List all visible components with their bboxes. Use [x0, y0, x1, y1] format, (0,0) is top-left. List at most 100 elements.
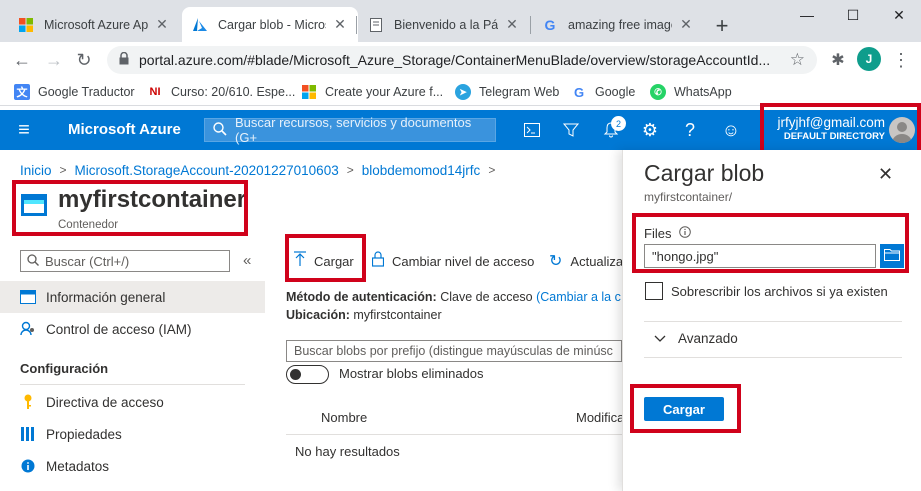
- info-icon: [20, 458, 36, 474]
- address-bar[interactable]: portal.azure.com/#blade/Microsoft_Azure_…: [107, 46, 817, 74]
- lock-icon: [119, 51, 129, 68]
- breadcrumb-blobdemo[interactable]: blobdemomod14jrfc: [362, 163, 481, 178]
- nav-item-metadata[interactable]: Metadatos: [0, 450, 265, 482]
- location-row: Ubicación: myfirstcontainer: [286, 308, 442, 322]
- hamburger-menu-icon[interactable]: ≡: [10, 116, 38, 144]
- close-icon[interactable]: ✕: [504, 16, 520, 33]
- forward-button[interactable]: →: [42, 48, 66, 72]
- advanced-expander[interactable]: Avanzado: [654, 331, 738, 346]
- chevron-right-icon: >: [488, 163, 496, 177]
- close-window-button[interactable]: ✕: [876, 0, 921, 30]
- close-icon[interactable]: ✕: [154, 16, 170, 33]
- iam-icon: [20, 321, 36, 337]
- breadcrumb: Inicio > Microsoft.StorageAccount-202012…: [20, 161, 503, 179]
- overwrite-label: Sobrescribir los archivos si ya existen: [671, 284, 888, 299]
- telegram-icon: ➤: [455, 84, 471, 100]
- bookmark-label: Curso: 20/610. Espe...: [171, 85, 296, 99]
- help-icon[interactable]: ?: [676, 116, 704, 144]
- panel-subtitle: myfirstcontainer/: [644, 190, 733, 204]
- azure-brand[interactable]: Microsoft Azure: [68, 121, 181, 138]
- profile-avatar[interactable]: J: [857, 47, 881, 71]
- cloud-shell-icon[interactable]: [518, 116, 546, 144]
- close-icon[interactable]: ✕: [332, 16, 348, 33]
- google-icon: G: [573, 84, 585, 100]
- tab-azure-app[interactable]: Microsoft Azure App ✕: [8, 7, 180, 42]
- show-deleted-toggle[interactable]: [286, 365, 329, 384]
- toggle-knob: [290, 369, 301, 380]
- breadcrumb-inicio[interactable]: Inicio: [20, 163, 52, 178]
- azure-icon: [192, 17, 208, 33]
- search-icon: [213, 121, 227, 139]
- reload-button[interactable]: ↻: [72, 48, 96, 72]
- bookmark-label: Telegram Web: [479, 85, 560, 99]
- more-menu-icon[interactable]: ⋮: [889, 48, 913, 72]
- bookmark-google[interactable]: G Google: [571, 82, 635, 102]
- microsoft-icon: [18, 17, 34, 33]
- refresh-button[interactable]: ↻ Actualiza: [549, 248, 623, 274]
- highlight-box-files: [632, 213, 909, 273]
- close-icon[interactable]: ✕: [878, 164, 893, 185]
- search-placeholder: Buscar (Ctrl+/): [45, 253, 130, 269]
- nav-item-access-policy[interactable]: Directiva de acceso: [0, 386, 265, 418]
- settings-gear-icon[interactable]: ⚙: [636, 116, 664, 144]
- tab-title: Cargar blob - Micros: [218, 17, 326, 32]
- column-header-name[interactable]: Nombre: [321, 410, 367, 425]
- auth-method-label: Método de autenticación:: [286, 290, 437, 304]
- highlight-box-account: [760, 103, 921, 155]
- no-results-text: No hay resultados: [295, 444, 400, 459]
- bookmark-telegram[interactable]: ➤ Telegram Web: [455, 82, 559, 102]
- tab-title: amazing free image: [568, 17, 672, 32]
- highlight-box-upload: [285, 234, 366, 282]
- nav-item-label: Propiedades: [46, 426, 122, 442]
- close-icon[interactable]: ✕: [678, 16, 694, 33]
- nav-item-overview[interactable]: Información general: [0, 281, 265, 313]
- refresh-icon: ↻: [549, 253, 563, 270]
- overwrite-checkbox[interactable]: [645, 282, 663, 300]
- nav-item-iam[interactable]: Control de acceso (IAM): [0, 313, 265, 345]
- change-tier-label: Cambiar nivel de acceso: [392, 253, 535, 269]
- tab-bienvenido[interactable]: Bienvenido a la Pági ✕: [358, 7, 530, 42]
- maximize-button[interactable]: ☐: [830, 0, 876, 30]
- change-access-tier-button[interactable]: Cambiar nivel de acceso: [371, 248, 535, 274]
- extensions-icon[interactable]: ✱: [826, 48, 850, 72]
- minimize-button[interactable]: —: [784, 0, 830, 30]
- tab-title: Microsoft Azure App: [44, 17, 148, 32]
- tab-amazing-free-image[interactable]: G amazing free image ✕: [532, 7, 704, 42]
- bookmark-create-azure[interactable]: Create your Azure f...: [301, 82, 443, 102]
- nav-item-label: Directiva de acceso: [46, 394, 164, 410]
- menu-search-input[interactable]: Buscar (Ctrl+/): [20, 250, 230, 272]
- switch-auth-link[interactable]: (Cambiar a la c: [536, 290, 621, 304]
- column-header-modified[interactable]: Modifica: [576, 410, 624, 425]
- bookmark-label: Create your Azure f...: [325, 85, 444, 99]
- key-icon: [20, 394, 36, 410]
- chevron-right-icon: >: [346, 163, 354, 177]
- divider: [644, 357, 902, 358]
- star-icon[interactable]: ☆: [790, 50, 805, 70]
- highlight-box-title: [12, 180, 248, 236]
- nav-section-configuracion: Configuración: [20, 361, 109, 376]
- bookmark-whatsapp[interactable]: ✆ WhatsApp: [650, 82, 732, 102]
- bookmarks-bar: 文 Google Traductor NI Curso: 20/610. Esp…: [0, 78, 921, 106]
- tab-cargar-blob[interactable]: Cargar blob - Micros ✕: [182, 7, 358, 42]
- search-placeholder: Buscar recursos, servicios y documentos …: [235, 115, 472, 145]
- blob-prefix-search-input[interactable]: Buscar blobs por prefijo (distingue mayú…: [286, 340, 622, 362]
- bookmark-google-traductor[interactable]: 文 Google Traductor: [14, 82, 135, 102]
- collapse-menu-icon[interactable]: «: [243, 252, 251, 269]
- global-search-input[interactable]: Buscar recursos, servicios y documentos …: [204, 115, 496, 145]
- ni-icon: NI: [149, 86, 161, 98]
- location-value: myfirstcontainer: [353, 308, 442, 322]
- bookmark-label: WhatsApp: [674, 85, 732, 99]
- directory-filter-icon[interactable]: [557, 116, 585, 144]
- back-button[interactable]: ←: [10, 48, 34, 72]
- bookmark-curso[interactable]: NI Curso: 20/610. Espe...: [147, 82, 296, 102]
- bookmark-label: Google: [595, 85, 636, 99]
- bookmark-label: Google Traductor: [38, 85, 135, 99]
- tab-title: Bienvenido a la Pági: [394, 17, 498, 32]
- upload-blob-panel: Cargar blob ✕ myfirstcontainer/ Files "h…: [622, 150, 921, 491]
- breadcrumb-storage-account[interactable]: Microsoft.StorageAccount-20201227010603: [75, 163, 339, 178]
- new-tab-button[interactable]: +: [708, 12, 736, 40]
- feedback-smiley-icon[interactable]: ☺: [717, 116, 745, 144]
- nav-item-label: Información general: [46, 289, 166, 305]
- advanced-label: Avanzado: [678, 331, 738, 346]
- nav-item-properties[interactable]: Propiedades: [0, 418, 265, 450]
